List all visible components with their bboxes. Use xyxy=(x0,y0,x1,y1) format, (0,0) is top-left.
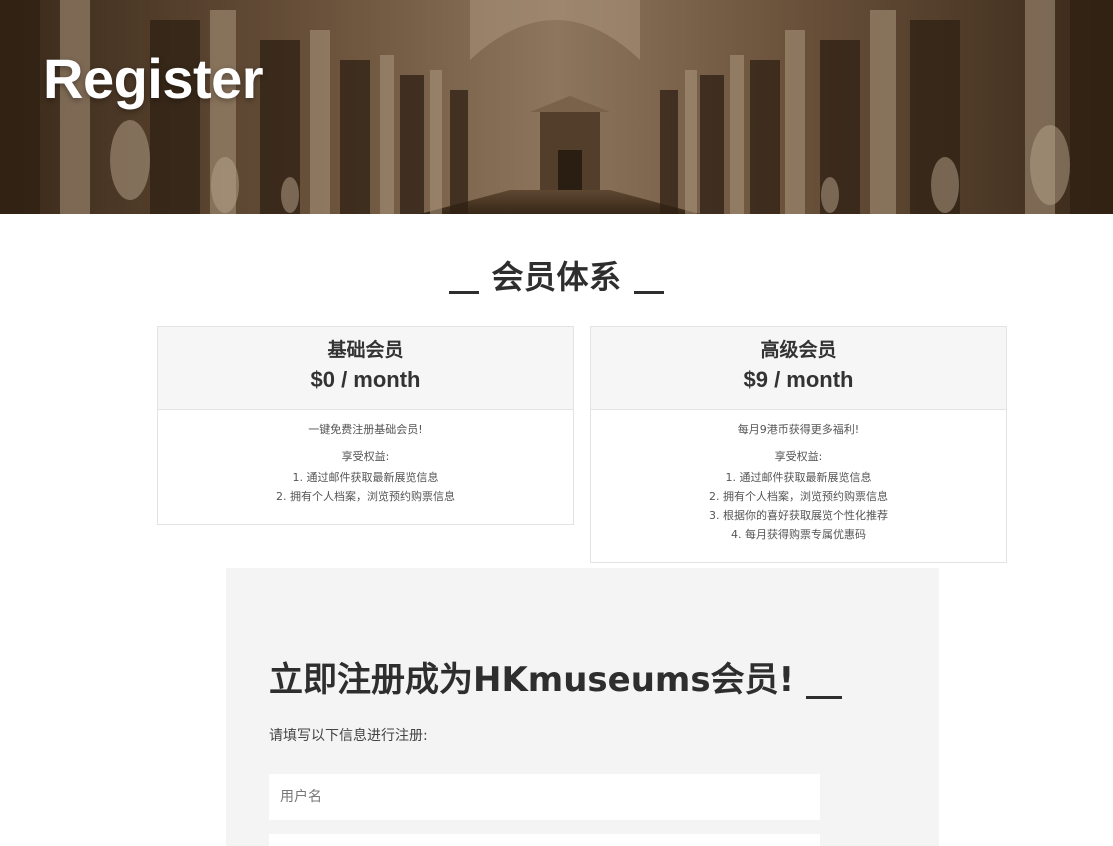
register-title: 立即注册成为HKmuseums会员! xyxy=(269,652,843,701)
next-input[interactable] xyxy=(269,834,820,846)
plan-card-body: 一键免费注册基础会员! 享受权益: 1. 通过邮件获取最新展览信息 2. 拥有个… xyxy=(158,410,573,506)
title-dash-left xyxy=(449,291,480,294)
plan-benefit: 1. 通过邮件获取最新展览信息 xyxy=(725,471,872,484)
plan-name: 高级会员 xyxy=(760,339,837,361)
register-panel: 立即注册成为HKmuseums会员! 请填写以下信息进行注册: xyxy=(226,568,939,846)
plan-benefit: 2. 拥有个人档案，浏览预约购票信息 xyxy=(709,490,888,503)
plan-benefits-label: 享受权益: xyxy=(774,450,823,463)
register-title-text: 立即注册成为HKmuseums会员! xyxy=(269,660,795,700)
plan-benefits-label: 享受权益: xyxy=(341,450,390,463)
plan-price: $0 / month xyxy=(310,367,421,392)
plan-benefit: 4. 每月获得购票专属优惠码 xyxy=(731,528,866,541)
plan-intro: 每月9港币获得更多福利! xyxy=(737,423,860,436)
plan-name: 基础会员 xyxy=(327,339,404,361)
plan-card-basic: 基础会员 $0 / month 一键免费注册基础会员! 享受权益: 1. 通过邮… xyxy=(157,326,574,525)
plan-price: $9 / month xyxy=(743,367,854,392)
page-title: Register xyxy=(43,47,264,110)
plan-card-header: 高级会员 $9 / month xyxy=(591,327,1006,410)
plan-benefit: 2. 拥有个人档案，浏览预约购票信息 xyxy=(276,490,455,503)
plan-intro: 一键免费注册基础会员! xyxy=(308,423,423,436)
title-dash xyxy=(806,696,843,699)
plan-card-premium: 高级会员 $9 / month 每月9港币获得更多福利! 享受权益: 1. 通过… xyxy=(590,326,1007,563)
membership-title-text: 会员体系 xyxy=(491,258,622,296)
plan-card-header: 基础会员 $0 / month xyxy=(158,327,573,410)
title-dash-right xyxy=(633,291,664,294)
plan-benefit: 3. 根据你的喜好获取展览个性化推荐 xyxy=(709,509,888,522)
username-input[interactable] xyxy=(269,774,820,820)
plan-card-body: 每月9港币获得更多福利! 享受权益: 1. 通过邮件获取最新展览信息 2. 拥有… xyxy=(591,410,1006,544)
register-hint: 请填写以下信息进行注册: xyxy=(269,728,428,744)
membership-section-title: 会员体系 xyxy=(0,252,1113,298)
hero-banner: Register xyxy=(0,0,1113,214)
plan-benefit: 1. 通过邮件获取最新展览信息 xyxy=(292,471,439,484)
